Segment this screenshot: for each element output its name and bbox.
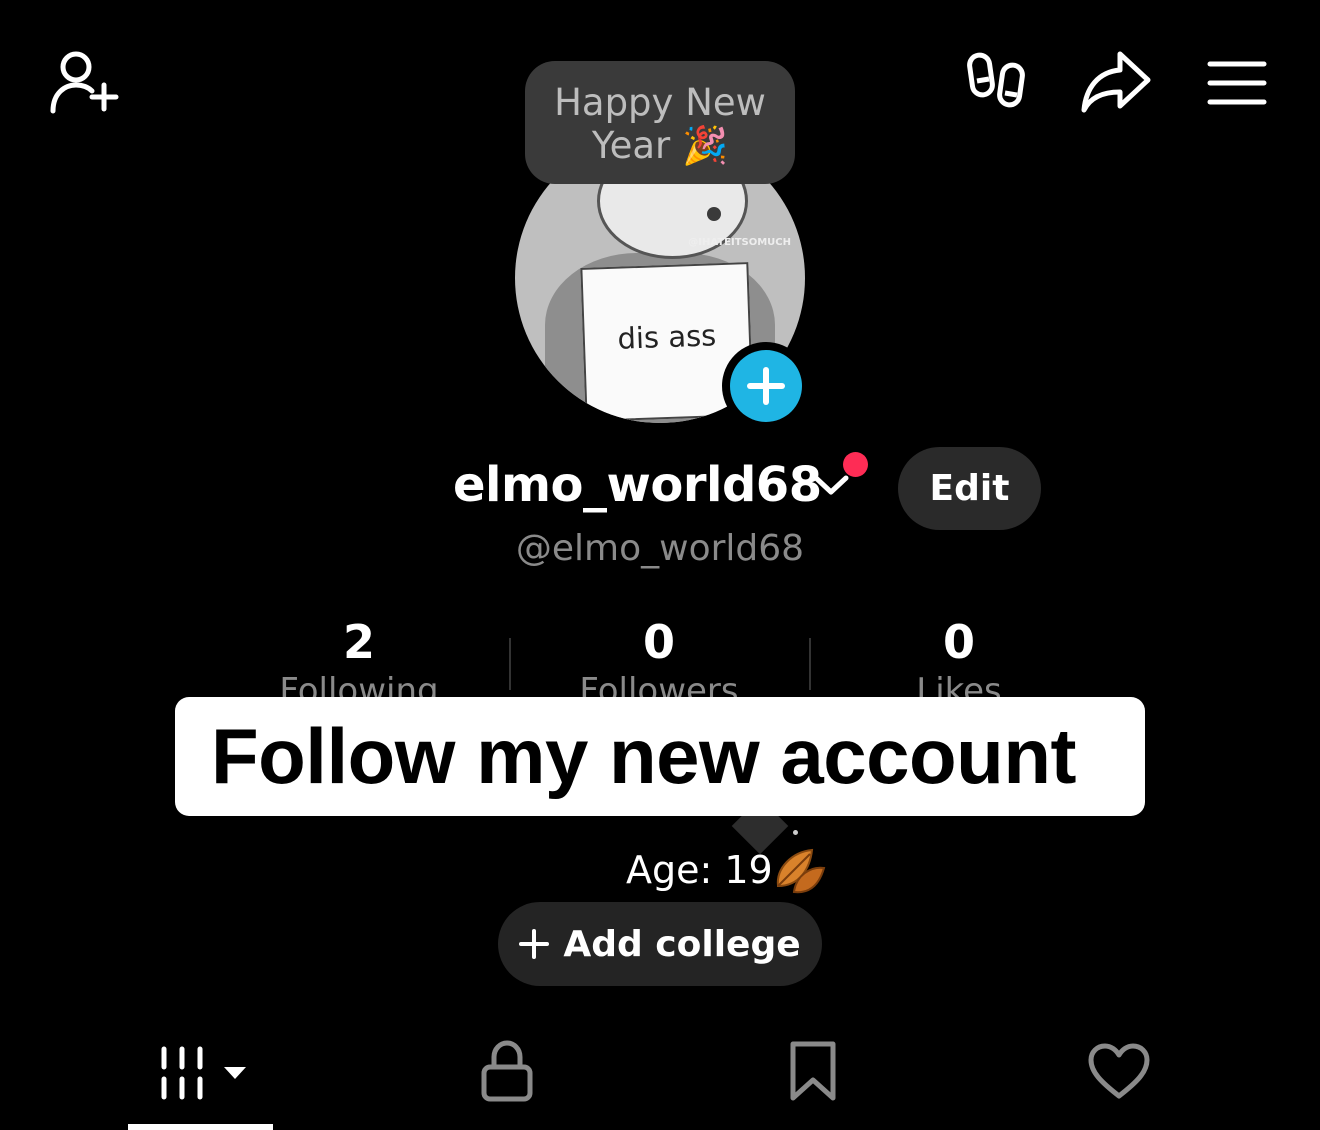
stat-divider bbox=[809, 638, 811, 690]
add-photo-button[interactable] bbox=[722, 342, 810, 430]
plus-icon bbox=[730, 350, 802, 422]
note-line-2: Year 🎉 bbox=[591, 124, 729, 167]
tab-saved[interactable] bbox=[786, 1036, 840, 1106]
likes-label[interactable]: Likes bbox=[839, 671, 1079, 697]
bio-age: Age: 19 bbox=[626, 848, 773, 892]
bookmark-icon bbox=[790, 1041, 836, 1101]
note-line-1: Happy New bbox=[554, 81, 766, 124]
add-college-button[interactable]: Add college bbox=[498, 902, 822, 986]
note-bubble[interactable]: Happy New Year 🎉 bbox=[525, 61, 795, 184]
bio-text: Age: 19 bbox=[626, 848, 773, 892]
lock-icon bbox=[481, 1040, 533, 1102]
active-tab-indicator bbox=[128, 1124, 273, 1130]
note-bubble-dot bbox=[707, 207, 721, 221]
menu-icon[interactable] bbox=[1206, 58, 1268, 108]
avatar-watermark: @IHATEITSOMUCH bbox=[688, 237, 791, 248]
username-handle: @elmo_world68 bbox=[515, 528, 805, 569]
followers-count[interactable]: 0 bbox=[559, 615, 759, 669]
share-icon[interactable] bbox=[1080, 50, 1152, 114]
followers-label[interactable]: Followers bbox=[539, 671, 779, 697]
footprints-icon[interactable] bbox=[966, 50, 1028, 116]
stat-divider bbox=[509, 638, 511, 690]
fallen-leaf-icon bbox=[772, 846, 828, 902]
edit-profile-button[interactable]: Edit bbox=[898, 447, 1041, 530]
likes-count[interactable]: 0 bbox=[859, 615, 1059, 669]
following-label[interactable]: Following bbox=[239, 671, 479, 697]
party-popper-icon: 🎉 bbox=[682, 124, 729, 167]
plus-icon bbox=[519, 929, 550, 959]
following-count[interactable]: 2 bbox=[259, 615, 459, 669]
caption-overlay: Follow my new account bbox=[175, 697, 1145, 816]
chevron-down-icon[interactable] bbox=[812, 472, 850, 502]
tab-liked[interactable] bbox=[1086, 1036, 1152, 1106]
caption-dot bbox=[793, 830, 798, 835]
tab-videos[interactable] bbox=[150, 1036, 250, 1106]
heart-icon bbox=[1088, 1043, 1150, 1099]
add-college-label: Add college bbox=[563, 923, 801, 965]
add-friend-icon[interactable] bbox=[46, 48, 122, 116]
display-name[interactable]: elmo_world68 bbox=[453, 457, 822, 513]
notification-dot bbox=[843, 452, 868, 477]
videos-grid-icon bbox=[161, 1046, 246, 1100]
tab-private[interactable] bbox=[476, 1036, 538, 1106]
